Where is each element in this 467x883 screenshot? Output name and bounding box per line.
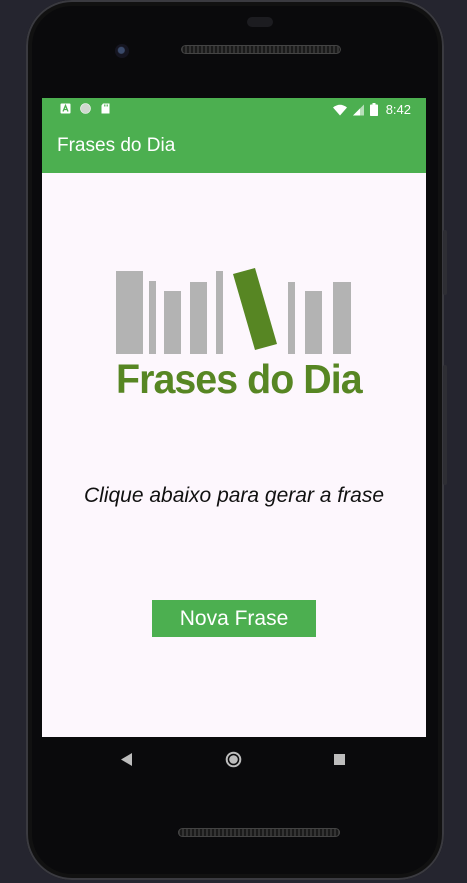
signal-icon bbox=[352, 104, 364, 115]
app-title: Frases do Dia bbox=[57, 135, 176, 156]
screen: 8:42 Frases do Dia Frases do Dia Clique … bbox=[42, 98, 426, 737]
volume-button bbox=[443, 365, 447, 485]
status-time: 8:42 bbox=[385, 102, 411, 117]
sd-card-icon bbox=[101, 103, 110, 114]
logo-text: Frases do Dia bbox=[116, 356, 363, 402]
bottom-speaker bbox=[178, 828, 340, 837]
home-icon[interactable] bbox=[225, 751, 242, 768]
instruction-text: Clique abaixo para gerar a frase bbox=[83, 484, 384, 507]
power-button bbox=[443, 230, 447, 295]
nova-frase-button[interactable]: Nova Frase bbox=[152, 600, 316, 637]
recents-icon[interactable] bbox=[334, 754, 345, 765]
earpiece-speaker bbox=[181, 45, 341, 54]
app-bar: Frases do Dia bbox=[42, 122, 426, 173]
back-icon[interactable] bbox=[121, 753, 133, 766]
battery-icon bbox=[369, 103, 378, 116]
accessibility-icon bbox=[60, 103, 71, 114]
front-camera bbox=[115, 44, 129, 58]
top-slot bbox=[247, 17, 273, 27]
wifi-icon bbox=[332, 104, 347, 115]
navigation-bar bbox=[42, 737, 426, 783]
status-bar: 8:42 bbox=[42, 98, 426, 122]
circle-icon bbox=[80, 103, 91, 114]
books-logo-icon bbox=[116, 268, 351, 354]
